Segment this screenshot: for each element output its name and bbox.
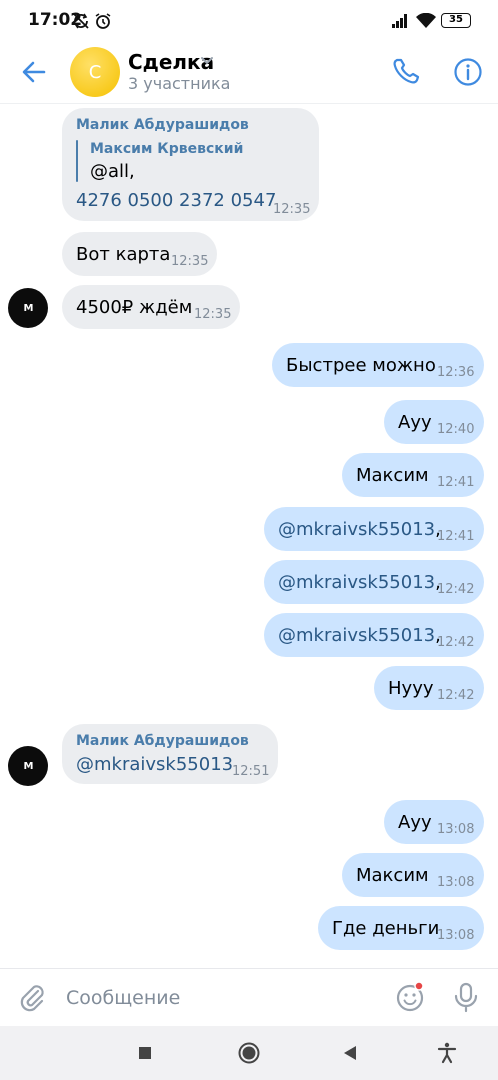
notification-dot bbox=[414, 981, 424, 991]
message-time: 12:42 bbox=[437, 582, 475, 597]
alarm-icon bbox=[95, 13, 111, 29]
battery-level: 35 bbox=[449, 14, 463, 25]
message-text: 4500₽ ждём bbox=[76, 297, 193, 318]
microphone-icon bbox=[454, 982, 478, 1013]
emoji-button[interactable] bbox=[392, 979, 428, 1015]
sender-name[interactable]: Малик Абдурашидов bbox=[76, 117, 249, 133]
chat-avatar-letter: С bbox=[88, 61, 102, 83]
message-bubble[interactable]: Ауу 12:40 bbox=[384, 400, 484, 444]
message-time: 12:41 bbox=[437, 475, 475, 490]
message-bubble[interactable]: Малик Абдурашидов @mkraivsk55013 12:51 bbox=[62, 724, 278, 784]
message-text: Максим bbox=[356, 865, 429, 886]
call-button[interactable] bbox=[386, 52, 426, 92]
message-text: Вот карта bbox=[76, 244, 171, 265]
user-avatar-letter: M bbox=[23, 760, 34, 772]
quote-text: @all, bbox=[90, 161, 135, 182]
smile-icon bbox=[396, 981, 424, 1012]
message-text: Нууу bbox=[388, 678, 434, 699]
info-button[interactable] bbox=[448, 52, 488, 92]
signal-icon bbox=[392, 14, 407, 28]
message-time: 12:35 bbox=[171, 254, 209, 269]
message-text: Быстрее можно bbox=[286, 355, 436, 376]
back-nav-button[interactable] bbox=[335, 1038, 365, 1068]
message-bubble[interactable]: Быстрее можно 12:36 bbox=[272, 343, 484, 387]
message-composer bbox=[0, 968, 498, 1026]
message-bubble[interactable]: 4500₽ ждём 12:35 bbox=[62, 285, 240, 329]
message-text: Ауу bbox=[398, 412, 432, 433]
message-bubble[interactable]: @mkraivsk55013, 12:42 bbox=[264, 613, 484, 657]
microphone-button[interactable] bbox=[448, 979, 484, 1015]
message-bubble[interactable]: @mkraivsk55013, 12:42 bbox=[264, 560, 484, 604]
message-text: Максим bbox=[356, 465, 429, 486]
mention-link[interactable]: @mkraivsk55013 bbox=[76, 754, 233, 775]
message-mention-line: @mkraivsk55013, bbox=[278, 625, 441, 646]
message-bubble[interactable]: Где деньги 13:08 bbox=[318, 906, 484, 950]
message-mention-line: @mkraivsk55013, bbox=[278, 572, 441, 593]
message-bubble[interactable]: Максим 13:08 bbox=[342, 853, 484, 897]
message-time: 13:08 bbox=[437, 928, 475, 943]
message-bubble[interactable]: Максим 12:41 bbox=[342, 453, 484, 497]
home-circle-icon bbox=[238, 1042, 260, 1064]
message-mention-line: @mkraivsk55013, bbox=[278, 519, 441, 540]
status-bar: 17:02 35 bbox=[0, 0, 498, 42]
info-icon bbox=[454, 58, 482, 86]
chat-header: С Сделка 3 участника bbox=[0, 42, 498, 104]
message-time: 12:41 bbox=[437, 529, 475, 544]
message-time: 12:35 bbox=[273, 202, 311, 217]
quote-bar bbox=[76, 140, 78, 182]
chat-avatar[interactable]: С bbox=[70, 47, 120, 97]
paperclip-icon bbox=[20, 985, 44, 1012]
mention-link[interactable]: @mkraivsk55013 bbox=[278, 572, 435, 593]
message-time: 13:08 bbox=[437, 875, 475, 890]
message-time: 13:08 bbox=[437, 822, 475, 837]
message-bubble[interactable]: Нууу 12:42 bbox=[374, 666, 484, 710]
recents-button[interactable] bbox=[130, 1038, 160, 1068]
square-icon bbox=[139, 1047, 151, 1059]
accessibility-icon bbox=[437, 1042, 457, 1064]
message-text: Ауу bbox=[398, 812, 432, 833]
phone-icon bbox=[393, 58, 420, 84]
triangle-back-icon bbox=[344, 1046, 356, 1060]
wifi-icon bbox=[416, 13, 436, 28]
system-nav-bar bbox=[0, 1026, 498, 1080]
mention-link[interactable]: @mkraivsk55013 bbox=[278, 625, 435, 646]
message-bubble[interactable]: @mkraivsk55013, 12:41 bbox=[264, 507, 484, 551]
battery-icon: 35 bbox=[441, 13, 471, 28]
quote-author[interactable]: Максим Крвевский bbox=[90, 141, 243, 157]
message-time: 12:40 bbox=[437, 422, 475, 437]
sync-off-icon bbox=[73, 13, 89, 29]
user-avatar-letter: M bbox=[23, 302, 34, 314]
message-time: 12:42 bbox=[437, 688, 475, 703]
back-button[interactable] bbox=[14, 52, 54, 92]
arrow-left-icon bbox=[22, 61, 46, 83]
chat-subtitle: 3 участника bbox=[128, 74, 231, 93]
message-bubble[interactable]: Вот карта 12:35 bbox=[62, 232, 217, 276]
sender-name[interactable]: Малик Абдурашидов bbox=[76, 733, 249, 749]
chevron-down-icon[interactable] bbox=[200, 56, 214, 66]
message-text: Где деньги bbox=[332, 918, 440, 939]
user-avatar[interactable]: M bbox=[8, 288, 48, 328]
message-time: 12:42 bbox=[437, 635, 475, 650]
accessibility-button[interactable] bbox=[432, 1038, 462, 1068]
attach-button[interactable] bbox=[16, 981, 50, 1015]
message-time: 12:51 bbox=[232, 764, 270, 779]
message-input[interactable] bbox=[66, 983, 376, 1013]
message-bubble[interactable]: Малик Абдурашидов Максим Крвевский @all,… bbox=[62, 108, 319, 221]
message-link[interactable]: 4276 0500 2372 0547 bbox=[76, 190, 276, 211]
home-button[interactable] bbox=[234, 1038, 264, 1068]
message-bubble[interactable]: Ауу 13:08 bbox=[384, 800, 484, 844]
message-time: 12:35 bbox=[194, 307, 232, 322]
user-avatar[interactable]: M bbox=[8, 746, 48, 786]
mention-link[interactable]: @mkraivsk55013 bbox=[278, 519, 435, 540]
message-time: 12:36 bbox=[437, 365, 475, 380]
